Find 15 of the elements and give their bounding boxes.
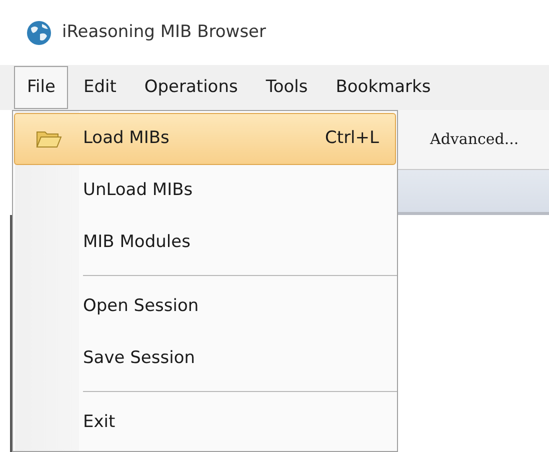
menu-item[interactable]: Save Session — [14, 333, 396, 385]
menu-bar-item[interactable]: Edit — [70, 66, 130, 109]
menu-bar-item[interactable]: Tools — [252, 66, 321, 109]
menu-bar-item[interactable]: Bookmarks — [322, 66, 444, 109]
menu-item[interactable]: MIB Modules — [14, 217, 396, 269]
globe-icon — [26, 20, 52, 46]
menu-bar-item[interactable]: File — [14, 66, 68, 109]
menu-bar-item[interactable]: Operations — [131, 66, 251, 109]
folder-icon — [36, 129, 62, 149]
menu-item[interactable]: Open Session — [14, 281, 396, 333]
menu-item[interactable]: UnLoad MIBs — [14, 165, 396, 217]
window-title: iReasoning MIB Browser — [62, 20, 266, 44]
menu-item[interactable]: Exit — [14, 397, 396, 449]
shortcut-label: Ctrl+L — [325, 127, 380, 150]
menu-item[interactable]: Load MIBs Ctrl+L — [14, 113, 396, 165]
